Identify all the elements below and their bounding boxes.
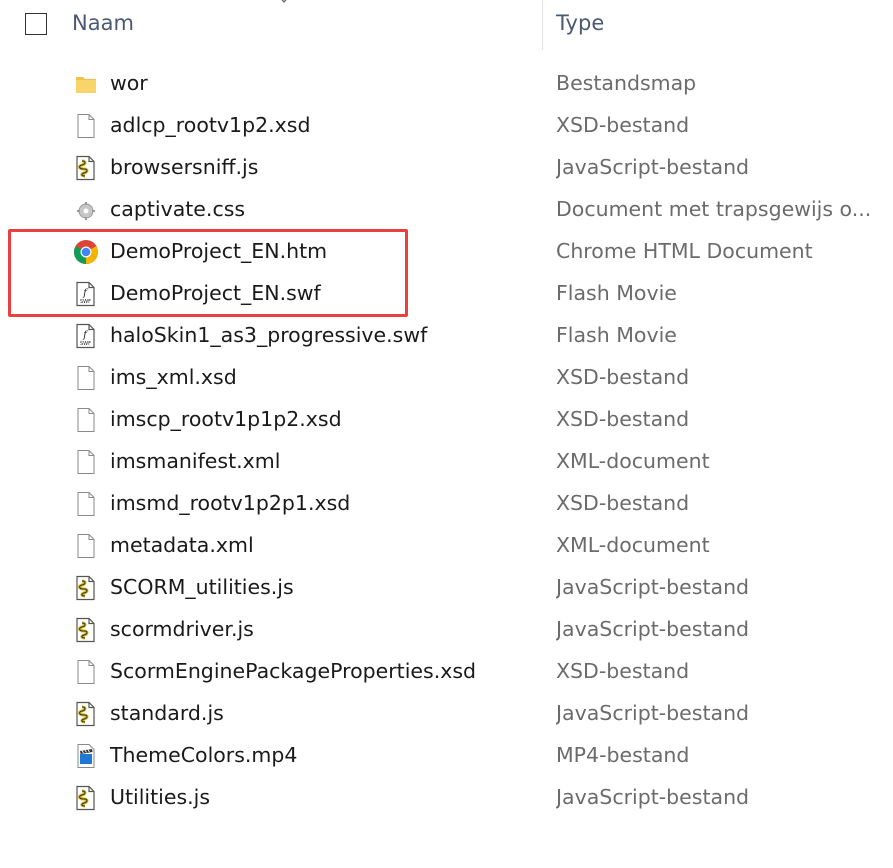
file-row[interactable]: f SWF haloSkin1_as3_progressive.swf Flash M… — [0, 316, 893, 358]
file-type: JavaScript-bestand — [556, 785, 750, 809]
file-type: Flash Movie — [556, 281, 677, 305]
file-row[interactable]: imsmd_rootv1p2p1.xsd XSD-bestand — [0, 484, 893, 526]
file-name: ThemeColors.mp4 — [110, 743, 298, 767]
script-file-icon — [72, 700, 100, 728]
file-type: Chrome HTML Document — [556, 239, 813, 263]
file-type: XSD-bestand — [556, 491, 690, 515]
file-type: JavaScript-bestand — [556, 155, 750, 179]
file-row[interactable]: adlcp_rootv1p2.xsd XSD-bestand — [0, 106, 893, 148]
file-name: adlcp_rootv1p2.xsd — [110, 113, 311, 137]
select-all-checkbox[interactable] — [25, 13, 47, 35]
script-file-icon — [72, 784, 100, 812]
file-name: imsmanifest.xml — [110, 449, 281, 473]
blank-file-icon — [72, 406, 100, 434]
blank-file-icon — [72, 658, 100, 686]
file-type: XSD-bestand — [556, 113, 690, 137]
file-name: ims_xml.xsd — [110, 365, 237, 389]
file-name: DemoProject_EN.htm — [110, 239, 328, 263]
file-name: Utilities.js — [110, 785, 211, 809]
file-name: captivate.css — [110, 197, 246, 221]
file-row[interactable]: ims_xml.xsd XSD-bestand — [0, 358, 893, 400]
file-name: standard.js — [110, 701, 224, 725]
blank-file-icon — [72, 532, 100, 560]
file-type: XML-document — [556, 449, 710, 473]
file-row[interactable]: SCORM_utilities.js JavaScript-bestand — [0, 568, 893, 610]
file-name: imscp_rootv1p1p2.xsd — [110, 407, 342, 431]
file-type: XSD-bestand — [556, 659, 690, 683]
file-type: JavaScript-bestand — [556, 575, 750, 599]
file-row[interactable]: imsmanifest.xml XML-document — [0, 442, 893, 484]
file-name: DemoProject_EN.swf — [110, 281, 321, 305]
file-row[interactable]: Utilities.js JavaScript-bestand — [0, 778, 893, 820]
script-file-icon — [72, 616, 100, 644]
file-row[interactable]: DemoProject_EN.htm Chrome HTML Document — [0, 232, 893, 274]
video-file-icon — [72, 742, 100, 770]
file-type: Bestandsmap — [556, 71, 697, 95]
file-row[interactable]: f SWF DemoProject_EN.swf Flash Movie — [0, 274, 893, 316]
chrome-icon — [72, 238, 100, 266]
script-file-icon — [72, 574, 100, 602]
file-type: JavaScript-bestand — [556, 701, 750, 725]
file-name: metadata.xml — [110, 533, 254, 557]
file-row[interactable]: metadata.xml XML-document — [0, 526, 893, 568]
column-header: Naam Type — [0, 0, 893, 52]
blank-file-icon — [72, 364, 100, 392]
file-name: imsmd_rootv1p2p1.xsd — [110, 491, 351, 515]
file-row[interactable]: browsersniff.js JavaScript-bestand — [0, 148, 893, 190]
file-row[interactable]: ThemeColors.mp4 MP4-bestand — [0, 736, 893, 778]
column-separator[interactable] — [542, 0, 543, 50]
flash-file-icon: f SWF — [72, 280, 100, 308]
sort-caret-icon[interactable] — [276, 0, 292, 4]
file-type: MP4-bestand — [556, 743, 690, 767]
file-name: scormdriver.js — [110, 617, 254, 641]
file-row[interactable]: captivate.css Document met trapsgewijs o.… — [0, 190, 893, 232]
file-type: XSD-bestand — [556, 407, 690, 431]
file-name: haloSkin1_as3_progressive.swf — [110, 323, 428, 347]
flash-file-icon: f SWF — [72, 322, 100, 350]
file-name: ScormEnginePackageProperties.xsd — [110, 659, 477, 683]
file-type: JavaScript-bestand — [556, 617, 750, 641]
file-type: Document met trapsgewijs o... — [556, 197, 872, 221]
file-row[interactable]: ScormEnginePackageProperties.xsd XSD-best… — [0, 652, 893, 694]
column-header-name[interactable]: Naam — [72, 11, 134, 35]
column-header-type[interactable]: Type — [556, 11, 604, 35]
file-row[interactable]: scormdriver.js JavaScript-bestand — [0, 610, 893, 652]
file-row[interactable]: imscp_rootv1p1p2.xsd XSD-bestand — [0, 400, 893, 442]
blank-file-icon — [72, 490, 100, 518]
file-row[interactable]: wor Bestandsmap — [0, 64, 893, 106]
blank-file-icon — [72, 112, 100, 140]
svg-text:SWF: SWF — [80, 299, 91, 305]
blank-file-icon — [72, 448, 100, 476]
css-file-icon — [72, 196, 100, 224]
file-type: XML-document — [556, 533, 710, 557]
file-type: XSD-bestand — [556, 365, 690, 389]
script-file-icon — [72, 154, 100, 182]
folder-icon — [72, 70, 100, 98]
svg-text:SWF: SWF — [80, 341, 91, 347]
file-name: browsersniff.js — [110, 155, 259, 179]
file-row[interactable]: standard.js JavaScript-bestand — [0, 694, 893, 736]
file-type: Flash Movie — [556, 323, 677, 347]
file-name: SCORM_utilities.js — [110, 575, 294, 599]
file-name: wor — [110, 71, 148, 95]
